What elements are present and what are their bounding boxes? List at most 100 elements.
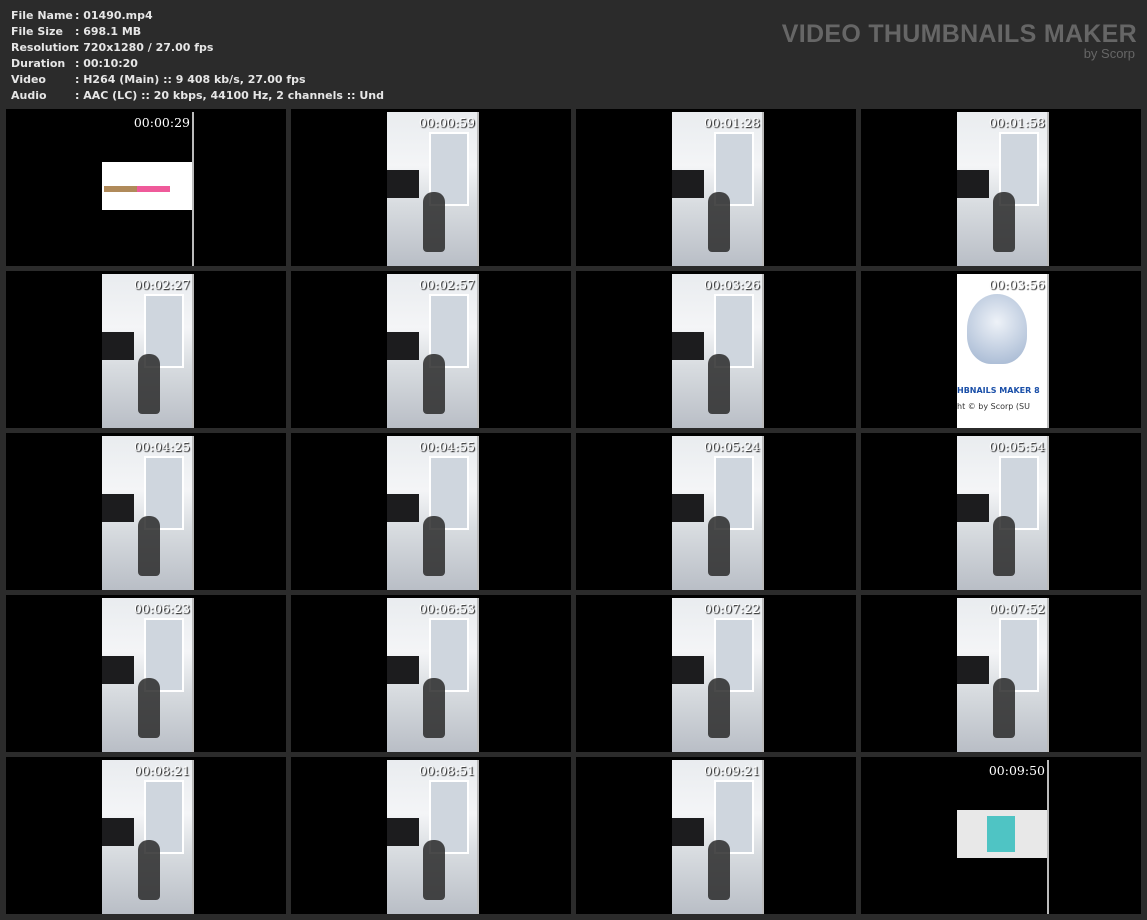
video-frame [672,436,764,590]
thumbnail: 00:09:50 [861,757,1141,914]
timestamp: 00:01:58 [988,115,1045,130]
figure-shape [138,516,160,576]
figure-shape [708,354,730,414]
tv-shape [102,656,134,684]
video-frame [957,436,1049,590]
video-frame [387,436,479,590]
info-row: Duration : 00:10:20 [11,56,384,72]
figure-shape [708,516,730,576]
timestamp: 00:04:55 [418,439,475,454]
tv-shape [102,818,134,846]
info-value: : 00:10:20 [75,57,138,70]
figure-shape [138,354,160,414]
figure-shape [138,840,160,900]
timestamp: 00:07:22 [703,601,760,616]
video-frame [672,274,764,428]
video-frame [672,112,764,266]
info-value: : AAC (LC) :: 20 kbps, 44100 Hz, 2 chann… [75,89,385,102]
logo-text: HBNAILS MAKER 8 [957,386,1040,395]
video-frame [957,760,1049,914]
timestamp: 00:00:29 [133,115,190,130]
info-key: Resolution [11,41,78,54]
thumbnail: 00:09:21 [576,757,856,914]
timestamp: 00:04:25 [133,439,190,454]
timestamp: 00:06:23 [133,601,190,616]
figure-shape [423,840,445,900]
video-frame [102,598,194,752]
info-key: File Name [11,9,73,22]
info-row: Audio : AAC (LC) :: 20 kbps, 44100 Hz, 2 … [11,88,384,104]
video-frame [387,760,479,914]
tv-shape [957,656,989,684]
owl-logo-icon [967,294,1027,364]
video-frame [387,112,479,266]
frame-band [957,810,1047,858]
thumbnail: 00:01:28 [576,109,856,266]
thumbnail: 00:00:59 [291,109,571,266]
tv-shape [957,170,989,198]
tv-shape [102,494,134,522]
tv-shape [957,494,989,522]
watermark-title: VIDEO THUMBNAILS MAKER [781,20,1137,48]
thumbnail: 00:04:25 [6,433,286,590]
video-frame [672,598,764,752]
thumbnail: 00:06:53 [291,595,571,752]
video-frame [957,598,1049,752]
video-frame [102,436,194,590]
info-value: : H264 (Main) :: 9 408 kb/s, 27.00 fps [75,73,306,86]
info-key: File Size [11,25,63,38]
tv-shape [672,332,704,360]
tv-shape [102,332,134,360]
thumbnail: 00:07:52 [861,595,1141,752]
tv-shape [387,818,419,846]
info-key: Video [11,73,46,86]
frame-band [102,162,192,210]
figure-shape [708,192,730,252]
info-row: Video : H264 (Main) :: 9 408 kb/s, 27.00 … [11,72,384,88]
info-row: File Size : 698.1 MB [11,24,384,40]
thumbnail: 00:06:23 [6,595,286,752]
timestamp: 00:08:21 [133,763,190,778]
timestamp: 00:07:52 [988,601,1045,616]
timestamp: 00:03:56 [988,277,1045,292]
info-key: Audio [11,89,47,102]
info-value: : 01490.mp4 [75,9,153,22]
thumbnail: 00:08:51 [291,757,571,914]
file-info: File Name: 01490.mp4 File Size : 698.1 MB… [11,8,384,104]
info-value: : 720x1280 / 27.00 fps [75,41,214,54]
timestamp: 00:05:24 [703,439,760,454]
tv-shape [387,332,419,360]
thumbnail: 00:03:26 [576,271,856,428]
timestamp: 00:09:50 [988,763,1045,778]
thumbnail: 00:07:22 [576,595,856,752]
figure-shape [993,192,1015,252]
figure-shape [423,678,445,738]
tv-shape [672,818,704,846]
figure-shape [423,516,445,576]
timestamp: 00:09:21 [703,763,760,778]
timestamp: 00:03:26 [703,277,760,292]
video-frame [387,274,479,428]
tv-shape [387,170,419,198]
video-frame [102,760,194,914]
video-frame [102,112,194,266]
info-value: : 698.1 MB [75,25,142,38]
thumbnail: 00:05:24 [576,433,856,590]
timestamp: 00:06:53 [418,601,475,616]
tv-shape [387,656,419,684]
tv-shape [672,170,704,198]
video-frame [957,112,1049,266]
logo-copyright: ht © by Scorp (SU [957,402,1030,411]
thumbnail: 00:08:21 [6,757,286,914]
thumbnail-grid: 00:00:29 00:00:59 00:01:28 00:01:58 00:02:27… [6,109,1141,914]
timestamp: 00:01:28 [703,115,760,130]
watermark-byline: by Scorp [1083,46,1135,61]
video-frame [102,274,194,428]
info-row: File Name: 01490.mp4 [11,8,384,24]
timestamp: 00:00:59 [418,115,475,130]
info-key: Duration [11,57,66,70]
video-frame: HBNAILS MAKER 8 ht © by Scorp (SU [957,274,1049,428]
figure-shape [138,678,160,738]
watermark: VIDEO THUMBNAILS MAKER by Scorp [782,20,1137,60]
figure-shape [708,678,730,738]
